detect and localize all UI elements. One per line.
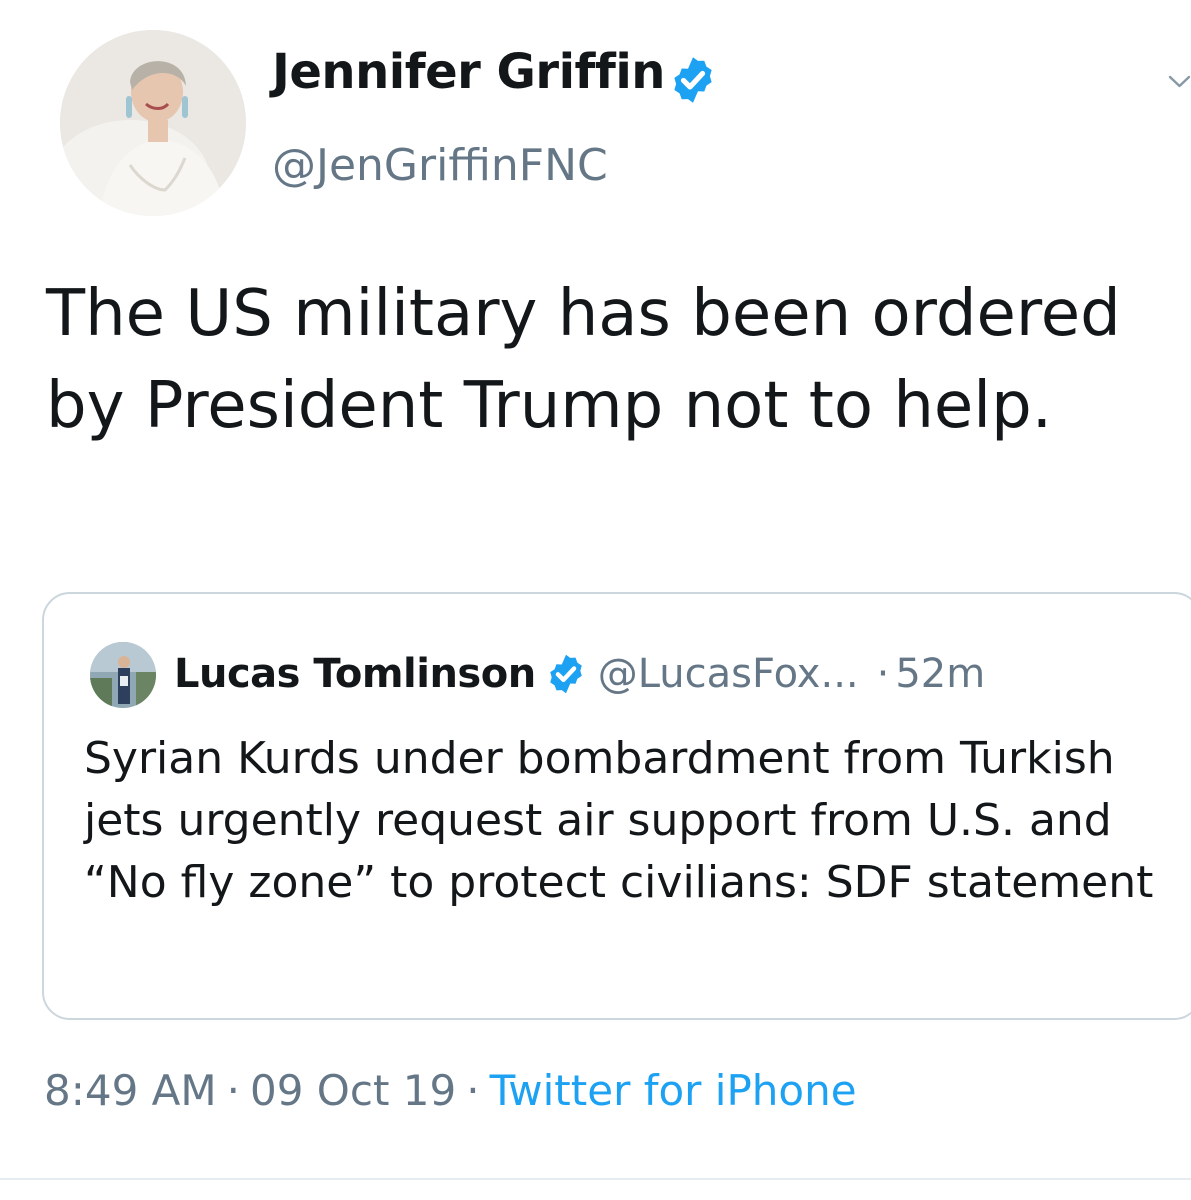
quoted-tweet[interactable]: Lucas Tomlinson @LucasFox... · 52m Syria… bbox=[42, 592, 1191, 1020]
verified-badge-icon bbox=[549, 654, 582, 694]
avatar-photo-icon bbox=[90, 642, 156, 708]
author-handle[interactable]: @JenGriffinFNC bbox=[272, 140, 608, 191]
tweet-time[interactable]: 8:49 AM bbox=[44, 1066, 217, 1115]
avatar-photo-icon bbox=[60, 30, 246, 216]
quoted-author-avatar[interactable] bbox=[90, 642, 156, 708]
tweet-card: Jennifer Griffin @JenGriffinFNC The US m… bbox=[0, 0, 1191, 1200]
separator-dot: · bbox=[226, 1066, 240, 1115]
quoted-author-handle[interactable]: @LucasFox... bbox=[598, 651, 859, 697]
quoted-tweet-text: Syrian Kurds under bombardment from Turk… bbox=[84, 733, 1154, 908]
divider bbox=[0, 1178, 1191, 1180]
chevron-down-icon[interactable] bbox=[1168, 72, 1191, 92]
quoted-tweet-header: Lucas Tomlinson @LucasFox... · 52m bbox=[174, 642, 985, 706]
verified-badge-icon bbox=[674, 57, 712, 103]
tweet-text: The US military has been ordered by Pres… bbox=[46, 277, 1121, 443]
tweet-source-link[interactable]: Twitter for iPhone bbox=[490, 1066, 857, 1115]
quoted-tweet-time: 52m bbox=[895, 651, 986, 697]
author-avatar[interactable] bbox=[60, 30, 246, 216]
tweet-metadata: 8:49 AM · 09 Oct 19 · Twitter for iPhone bbox=[44, 1066, 857, 1115]
quoted-author-name[interactable]: Lucas Tomlinson bbox=[174, 651, 536, 697]
author-name[interactable]: Jennifer Griffin bbox=[272, 44, 665, 100]
separator-dot: · bbox=[466, 1066, 480, 1115]
tweet-date[interactable]: 09 Oct 19 bbox=[250, 1066, 456, 1115]
separator-dot: · bbox=[876, 651, 890, 697]
